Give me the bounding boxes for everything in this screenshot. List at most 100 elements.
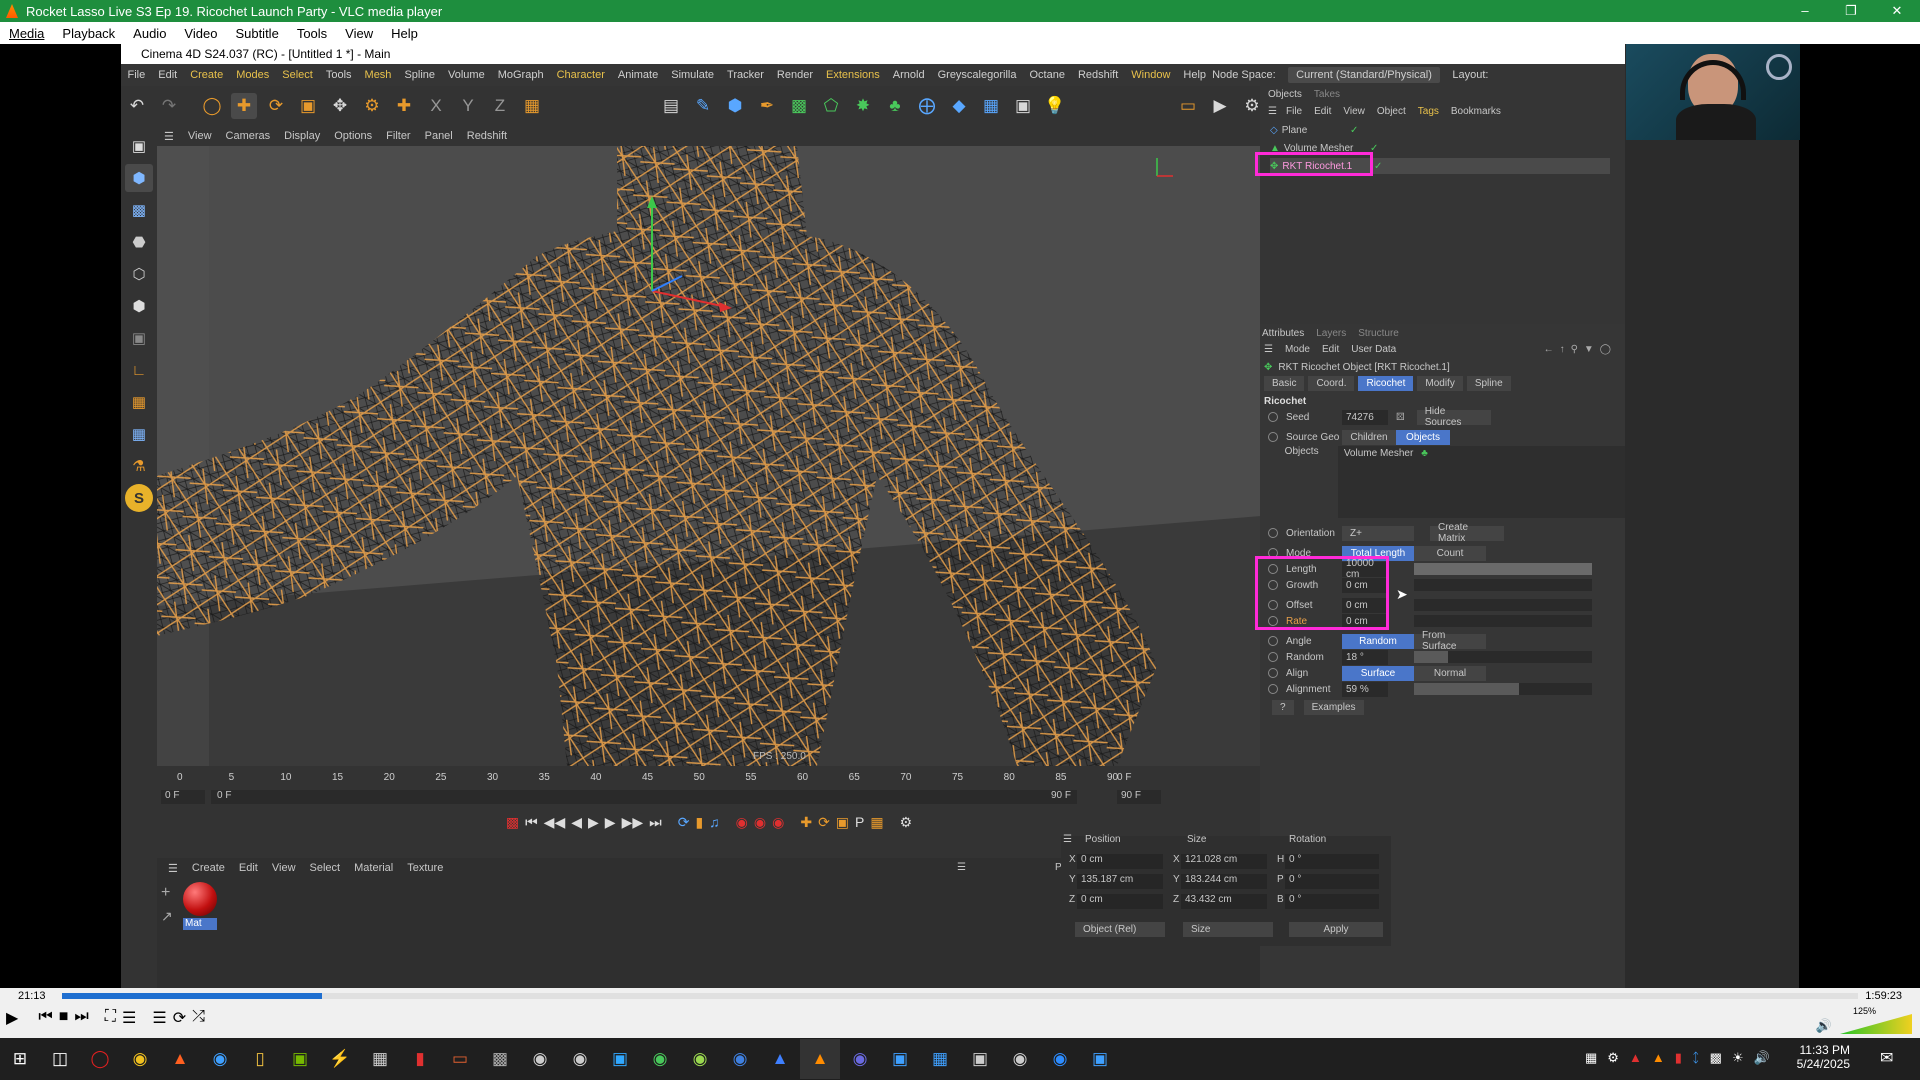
coord-rotation-field[interactable]: 0 °: [1285, 894, 1379, 909]
animate-dot-icon[interactable]: [1268, 636, 1278, 646]
material-menu-item[interactable]: Texture: [400, 862, 450, 874]
animate-dot-icon[interactable]: [1268, 652, 1278, 662]
floor-icon[interactable]: ▦: [978, 93, 1004, 119]
minimize-button[interactable]: –: [1782, 0, 1828, 22]
loop-icon[interactable]: ⟳: [173, 1008, 186, 1028]
current-frame-field[interactable]: 0 F: [161, 790, 205, 804]
coord-rotation-field[interactable]: 0 °: [1285, 874, 1379, 889]
viewport-menu-item[interactable]: View: [181, 130, 219, 142]
menu-media[interactable]: Media: [0, 26, 53, 41]
snap-icon[interactable]: ⚙: [359, 93, 385, 119]
play-icon[interactable]: ▶: [6, 1008, 18, 1028]
hamburger-icon[interactable]: ☰: [1268, 106, 1277, 117]
axis-icon[interactable]: ∟: [125, 356, 153, 384]
coord-mode-select[interactable]: Object (Rel): [1075, 922, 1165, 937]
app-icon[interactable]: ▣: [960, 1039, 1000, 1079]
app-icon[interactable]: ▣: [1080, 1039, 1120, 1079]
coord-size-field[interactable]: 121.028 cm: [1181, 854, 1267, 869]
viewport-menu-item[interactable]: Options: [327, 130, 379, 142]
3d-viewport[interactable]: FPS : 250.0: [157, 146, 1261, 766]
coord-size-select[interactable]: Size: [1183, 922, 1273, 937]
light-icon[interactable]: 💡: [1042, 93, 1068, 119]
fps-icon[interactable]: ▮: [695, 814, 703, 831]
app-icon[interactable]: ⚡: [320, 1039, 360, 1079]
app-icon[interactable]: ▩: [480, 1039, 520, 1079]
app-icon[interactable]: ◉: [1000, 1039, 1040, 1079]
keyframe-icon[interactable]: ◉: [772, 814, 784, 831]
nvidia-icon[interactable]: ▣: [280, 1039, 320, 1079]
nav-icons[interactable]: ←↑⚲▼◯: [1544, 344, 1617, 355]
record-settings-icon[interactable]: ▩: [506, 814, 519, 831]
menu-view[interactable]: View: [336, 26, 382, 41]
coord-rotation-field[interactable]: 0 °: [1285, 854, 1379, 869]
y-axis-icon[interactable]: Y: [455, 93, 481, 119]
z-axis-icon[interactable]: Z: [487, 93, 513, 119]
close-button[interactable]: ✕: [1874, 0, 1920, 22]
frame-range-bar[interactable]: 0 F 90 F: [211, 790, 1077, 804]
c4d-menu-item[interactable]: Render: [770, 69, 819, 81]
app-icon[interactable]: ▣: [880, 1039, 920, 1079]
rate-slider[interactable]: [1414, 615, 1592, 627]
material-menu-item[interactable]: Material: [347, 862, 400, 874]
menu-subtitle[interactable]: Subtitle: [226, 26, 287, 41]
hamburger-icon[interactable]: ☰: [1264, 344, 1273, 355]
deformer-icon[interactable]: ⨁: [914, 93, 940, 119]
objects-menu-item[interactable]: Tags: [1418, 106, 1439, 117]
render-view-icon[interactable]: ▭: [1175, 93, 1201, 119]
end-frame-field[interactable]: 90 F: [1117, 790, 1161, 804]
transform-icon[interactable]: ✥: [327, 93, 353, 119]
zoom-icon[interactable]: ◉: [1040, 1039, 1080, 1079]
add-icon[interactable]: +: [161, 884, 170, 902]
c4d-menu-item[interactable]: Tools: [319, 69, 358, 81]
animate-dot-icon[interactable]: [1268, 668, 1278, 678]
animate-dot-icon[interactable]: [1268, 432, 1278, 442]
speaker-icon[interactable]: 🔊: [1816, 1018, 1832, 1034]
tab-takes[interactable]: Takes: [1314, 89, 1340, 100]
x-axis-icon[interactable]: X: [423, 93, 449, 119]
restore-button[interactable]: ❐: [1828, 0, 1874, 22]
visible-check-icon[interactable]: ✓: [1374, 161, 1382, 172]
speaker-icon[interactable]: 🔊: [1754, 1050, 1770, 1066]
go-end-icon[interactable]: ⏭: [649, 814, 662, 831]
auto-key-icon[interactable]: ◉: [754, 814, 766, 831]
spline-pen-icon[interactable]: ✎: [690, 93, 716, 119]
record-key-icon[interactable]: ◉: [736, 814, 748, 831]
video-frame[interactable]: Cinema 4D S24.037 (RC) - [Untitled 1 *] …: [121, 44, 1799, 988]
next-frame-icon[interactable]: ▶: [605, 814, 616, 831]
c4d-menu-item[interactable]: Greyscalegorilla: [931, 69, 1023, 81]
tray-icon[interactable]: ▮: [1675, 1050, 1682, 1066]
c4d-menu-item[interactable]: Animate: [611, 69, 664, 81]
chrome-icon[interactable]: ◉: [120, 1039, 160, 1079]
coord-position-field[interactable]: 0 cm: [1077, 854, 1163, 869]
app-icon[interactable]: ◉: [680, 1039, 720, 1079]
coordinate-icon[interactable]: ✚: [391, 93, 417, 119]
loop-icon[interactable]: ⟳: [678, 814, 690, 831]
undo-icon[interactable]: ↶: [124, 93, 150, 119]
dice-icon[interactable]: ⚄: [1396, 412, 1405, 423]
align-surface-button[interactable]: Surface: [1342, 665, 1414, 681]
coord-position-field[interactable]: 0 cm: [1077, 894, 1163, 909]
hamburger-icon[interactable]: ☰: [157, 130, 181, 143]
clock[interactable]: 11:33 PM 5/24/2025: [1780, 1043, 1850, 1071]
points-mode-icon[interactable]: ⬣: [125, 228, 153, 256]
alignment-slider[interactable]: [1414, 683, 1592, 695]
previous-icon[interactable]: ⏮: [38, 1008, 52, 1028]
c4d-menu-item[interactable]: Volume: [442, 69, 492, 81]
prev-frame-icon[interactable]: ◀: [571, 814, 582, 831]
animate-dot-icon[interactable]: [1268, 528, 1278, 538]
viewport-menu-item[interactable]: Cameras: [219, 130, 278, 142]
c4d-menu-item[interactable]: Spline: [398, 69, 442, 81]
c4d-menu-item[interactable]: Edit: [152, 69, 184, 81]
bluetooth-icon[interactable]: ᛨ: [1692, 1050, 1700, 1066]
subtab-ricochet[interactable]: Ricochet: [1358, 375, 1414, 391]
material-swatch[interactable]: [183, 882, 217, 916]
photoshop-icon[interactable]: ▣: [600, 1039, 640, 1079]
growth-slider[interactable]: [1414, 579, 1592, 591]
objects-menu-item[interactable]: File: [1286, 106, 1302, 117]
cube-icon[interactable]: ⬢: [722, 93, 748, 119]
angle-surface-button[interactable]: From Surface: [1414, 630, 1486, 652]
wifi-icon[interactable]: ☀: [1732, 1050, 1744, 1066]
seed-field[interactable]: 74276: [1342, 409, 1388, 425]
seek-bar[interactable]: [62, 993, 1858, 999]
timeline-ruler[interactable]: 0 5 10 15 20 25 30 35 40 45 50 55 60 65 70 75 80 85 90: [157, 766, 1261, 788]
